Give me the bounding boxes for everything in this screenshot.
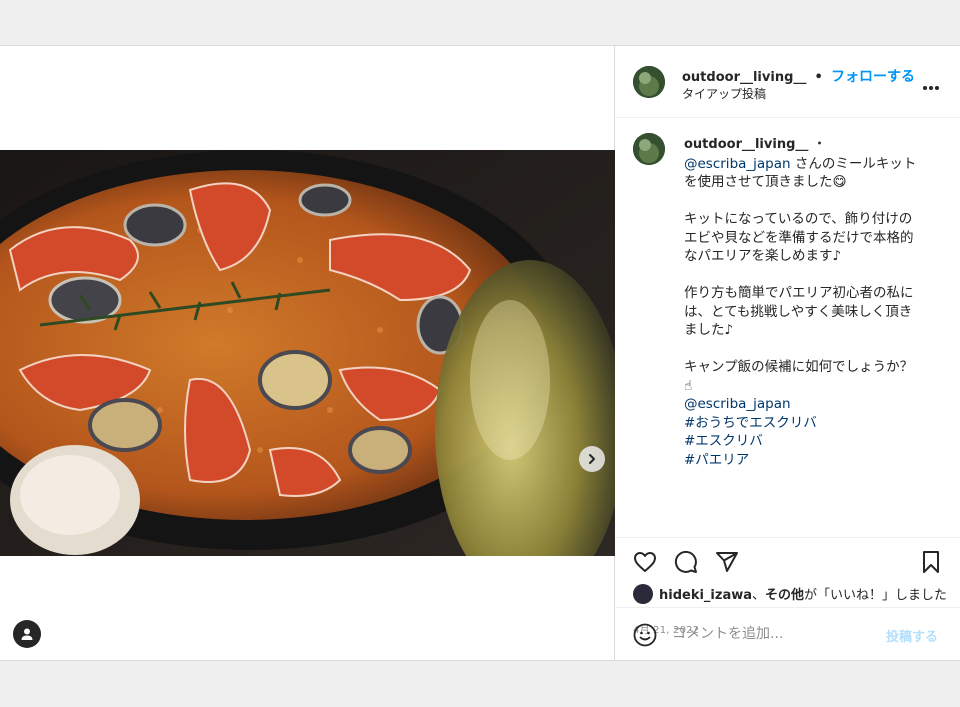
caption-separator: ・ bbox=[812, 136, 827, 152]
caption-line: を使用させて頂きました bbox=[684, 174, 833, 190]
follow-button[interactable]: フォローする bbox=[831, 69, 915, 85]
caption-line: キットになっているので、飾り付けの bbox=[684, 211, 913, 227]
user-tag-icon bbox=[21, 628, 33, 640]
caption-username[interactable]: outdoor__living__ bbox=[684, 137, 808, 152]
avatar[interactable] bbox=[633, 584, 653, 604]
media-column bbox=[0, 46, 615, 660]
emoji-button[interactable] bbox=[633, 623, 657, 651]
likes-summary: hideki_izawa、その他が「いいね！」しました bbox=[633, 584, 953, 605]
caption-text: outdoor__living__ ・ @escriba_japan さんのミー… bbox=[684, 135, 946, 469]
next-photo-button[interactable] bbox=[579, 446, 605, 472]
hashtag-link[interactable]: #エスクリバ bbox=[684, 433, 763, 449]
caption-line: 作り方も簡単でパエリア初心者の私に bbox=[684, 285, 914, 301]
hashtag-link[interactable]: #おうちでエスクリバ bbox=[684, 415, 817, 431]
caption-line: は、とても挑戦しやすく美味しく頂き bbox=[684, 303, 913, 320]
caption-area: outdoor__living__ ・ @escriba_japan さんのミー… bbox=[616, 119, 960, 538]
post-container: outdoor__living__ • フォローする タイアップ投稿 outdo… bbox=[0, 45, 960, 661]
caption-line: キャンプ飯の候補に如何でしょうか？ bbox=[684, 359, 914, 375]
more-options-button[interactable] bbox=[922, 76, 940, 95]
like-button[interactable] bbox=[633, 550, 657, 578]
likes-text: が「いいね！」しました bbox=[804, 588, 948, 603]
caption-line: さんのミールキット bbox=[790, 155, 917, 172]
comment-bar: 投稿する bbox=[616, 607, 960, 660]
likes-others-link[interactable]: その他 bbox=[765, 588, 804, 603]
liker-username[interactable]: hideki_izawa bbox=[659, 588, 752, 603]
avatar[interactable] bbox=[633, 66, 665, 98]
post-sidebar: outdoor__living__ • フォローする タイアップ投稿 outdo… bbox=[616, 46, 960, 660]
smiley-icon bbox=[633, 623, 657, 647]
hashtag-link[interactable]: #パエリア bbox=[684, 452, 749, 468]
chevron-right-icon bbox=[589, 454, 595, 464]
caption-line: なパエリアを楽しめます♪ bbox=[684, 248, 842, 264]
post-photo[interactable] bbox=[0, 150, 615, 556]
comment-icon bbox=[674, 550, 697, 573]
emoji-point: ☝ bbox=[684, 377, 693, 394]
user-tag-button[interactable] bbox=[13, 620, 41, 648]
emoji-yum: 😋 bbox=[832, 174, 847, 190]
save-button[interactable] bbox=[919, 550, 943, 578]
mention-link[interactable]: @escriba_japan bbox=[684, 156, 791, 172]
post-comment-button[interactable]: 投稿する bbox=[886, 626, 938, 645]
mention-link[interactable]: @escriba_japan bbox=[684, 396, 791, 412]
dot-separator: • bbox=[814, 70, 823, 85]
author-username[interactable]: outdoor__living__ bbox=[682, 70, 806, 85]
post-header: outdoor__living__ • フォローする タイアップ投稿 bbox=[616, 46, 960, 118]
caption-line: エビや貝などを準備するだけで本格的 bbox=[684, 229, 914, 246]
heart-icon bbox=[634, 552, 656, 572]
header-user-line: outdoor__living__ • フォローする bbox=[682, 66, 915, 86]
comment-input[interactable] bbox=[672, 622, 872, 646]
avatar[interactable] bbox=[633, 133, 665, 165]
more-horizontal-icon bbox=[923, 86, 939, 90]
paella-image bbox=[0, 150, 615, 556]
likes-separator: 、 bbox=[752, 588, 766, 603]
avatar-image bbox=[633, 133, 665, 165]
bookmark-icon bbox=[923, 551, 939, 573]
avatar-image bbox=[633, 66, 665, 98]
share-icon bbox=[716, 552, 738, 572]
tieup-label[interactable]: タイアップ投稿 bbox=[682, 85, 766, 102]
comment-button[interactable] bbox=[674, 550, 698, 578]
share-button[interactable] bbox=[715, 550, 739, 578]
caption-line: ました♪ bbox=[684, 322, 734, 338]
